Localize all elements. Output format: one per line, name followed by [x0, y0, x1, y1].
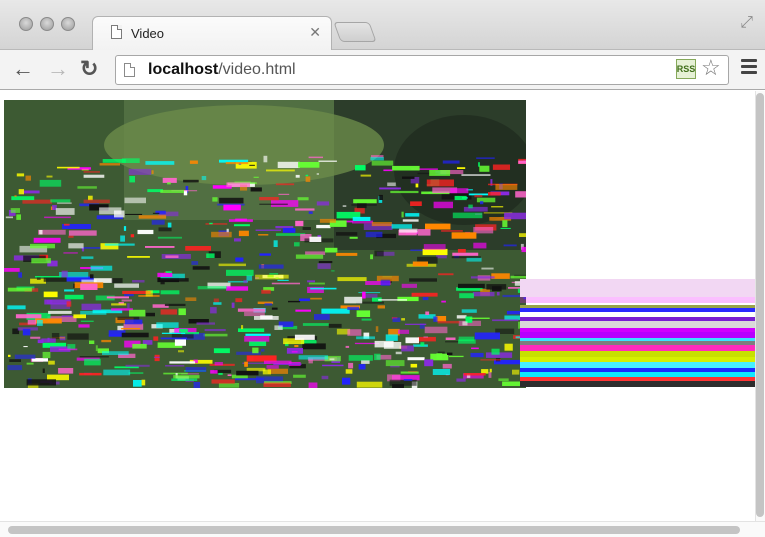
- url-host: localhost: [148, 61, 219, 78]
- tab-video[interactable]: Video ✕: [92, 16, 332, 51]
- glitch-artifact-strip: [520, 279, 765, 387]
- zoom-window-button[interactable]: [61, 17, 75, 31]
- rss-extension-icon[interactable]: RSS: [676, 59, 696, 79]
- address-bar[interactable]: localhost/video.html: [115, 55, 729, 85]
- page-viewport: [0, 91, 765, 537]
- vertical-scrollbar[interactable]: [755, 91, 765, 521]
- title-bar: Video ✕ ⤢: [0, 0, 765, 51]
- close-window-button[interactable]: [19, 17, 33, 31]
- new-tab-button[interactable]: [333, 22, 377, 42]
- hamburger-menu-icon[interactable]: [741, 59, 757, 77]
- fullscreen-icon[interactable]: ⤢: [740, 14, 753, 32]
- forward-arrow-icon[interactable]: →: [47, 57, 69, 81]
- url-path: /video.html: [218, 61, 296, 78]
- video-frame-image: [4, 100, 526, 388]
- reload-icon[interactable]: ↻: [80, 57, 98, 81]
- page-icon: [111, 25, 122, 39]
- minimize-window-button[interactable]: [40, 17, 54, 31]
- horizontal-scrollbar[interactable]: [0, 521, 765, 537]
- horizontal-scroll-thumb[interactable]: [8, 526, 740, 534]
- vertical-scroll-thumb[interactable]: [756, 93, 764, 517]
- video-player[interactable]: [4, 100, 526, 388]
- tab-close-icon[interactable]: ✕: [309, 24, 321, 41]
- back-arrow-icon[interactable]: ←: [12, 57, 34, 81]
- toolbar: ← → ↻ localhost/video.html RSS ☆: [0, 50, 765, 90]
- tab-title: Video: [131, 26, 165, 41]
- page-icon: [124, 63, 135, 77]
- url-text[interactable]: localhost/video.html: [148, 61, 296, 79]
- star-icon[interactable]: ☆: [701, 55, 721, 81]
